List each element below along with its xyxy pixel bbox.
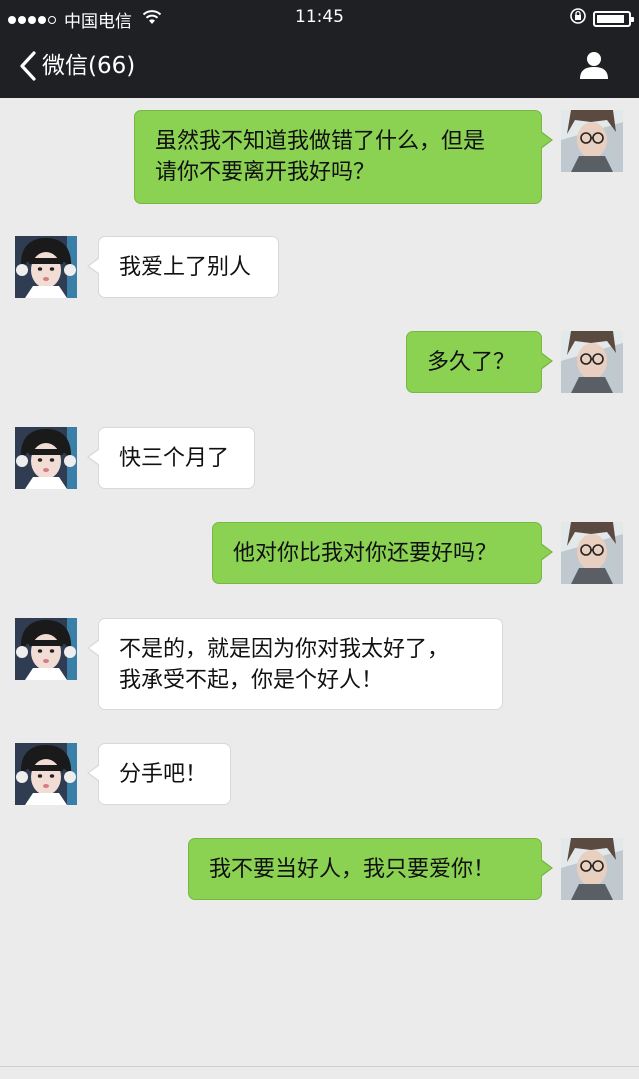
message-bubble-outgoing[interactable]: 他对你比我对你还要好吗？ bbox=[212, 522, 553, 584]
message-text: 他对你比我对你还要好吗？ bbox=[233, 541, 498, 566]
message-row-incoming: 我爱上了别人 bbox=[0, 236, 639, 298]
rotation-lock-icon bbox=[569, 7, 587, 30]
contact-avatar[interactable] bbox=[15, 427, 77, 489]
message-row-outgoing: 虽然我不知道我做错了什么，但是 请你不要离开我好吗？ bbox=[0, 110, 639, 204]
message-bubble-incoming[interactable]: 快三个月了 bbox=[87, 427, 255, 489]
chat-message-list[interactable]: 虽然我不知道我做错了什么，但是 请你不要离开我好吗？ 我爱上了别人 多久了？ 快… bbox=[0, 98, 639, 1079]
message-row-outgoing: 我不要当好人，我只要爱你！ bbox=[0, 838, 639, 900]
status-bar: 中国电信 11:45 bbox=[0, 0, 639, 36]
message-bubble-outgoing[interactable]: 虽然我不知道我做错了什么，但是 请你不要离开我好吗？ bbox=[134, 110, 553, 204]
status-right bbox=[569, 7, 634, 30]
message-bubble-outgoing[interactable]: 我不要当好人，我只要爱你！ bbox=[188, 838, 553, 900]
contact-avatar[interactable] bbox=[15, 743, 77, 805]
input-bar-divider bbox=[0, 1066, 639, 1067]
message-row-incoming: 分手吧！ bbox=[0, 743, 639, 805]
message-row-outgoing: 他对你比我对你还要好吗？ bbox=[0, 522, 639, 584]
message-row-outgoing: 多久了？ bbox=[0, 331, 639, 393]
chat-info-button[interactable] bbox=[579, 50, 609, 84]
message-text: 不是的，就是因为你对我太好了， 我承受不起，你是个好人！ bbox=[119, 637, 450, 693]
my-avatar[interactable] bbox=[561, 522, 623, 584]
back-button[interactable]: 微信(66) bbox=[18, 48, 135, 84]
message-text: 虽然我不知道我做错了什么，但是 请你不要离开我好吗？ bbox=[155, 129, 486, 185]
my-avatar[interactable] bbox=[561, 110, 623, 172]
message-text: 分手吧！ bbox=[119, 762, 208, 787]
contact-avatar[interactable] bbox=[15, 618, 77, 680]
message-bubble-incoming[interactable]: 不是的，就是因为你对我太好了， 我承受不起，你是个好人！ bbox=[87, 618, 503, 710]
status-time: 11:45 bbox=[295, 7, 344, 27]
message-row-incoming: 快三个月了 bbox=[0, 427, 639, 489]
battery-level bbox=[597, 14, 624, 23]
message-bubble-outgoing[interactable]: 多久了？ bbox=[406, 331, 553, 393]
message-text: 我不要当好人，我只要爱你！ bbox=[209, 857, 496, 882]
my-avatar[interactable] bbox=[561, 838, 623, 900]
person-icon bbox=[580, 52, 608, 79]
message-bubble-incoming[interactable]: 我爱上了别人 bbox=[87, 236, 279, 298]
message-row-incoming: 不是的，就是因为你对我太好了， 我承受不起，你是个好人！ bbox=[0, 618, 639, 710]
my-avatar[interactable] bbox=[561, 331, 623, 393]
message-text: 多久了？ bbox=[427, 350, 516, 375]
navigation-bar: 微信(66) bbox=[0, 36, 639, 98]
contact-avatar[interactable] bbox=[15, 236, 77, 298]
message-bubble-incoming[interactable]: 分手吧！ bbox=[87, 743, 231, 805]
message-text: 快三个月了 bbox=[119, 446, 230, 471]
message-text: 我爱上了别人 bbox=[119, 255, 252, 280]
back-label: 微信(66) bbox=[42, 53, 136, 79]
battery-icon bbox=[593, 10, 634, 27]
chevron-left-icon bbox=[18, 49, 38, 83]
